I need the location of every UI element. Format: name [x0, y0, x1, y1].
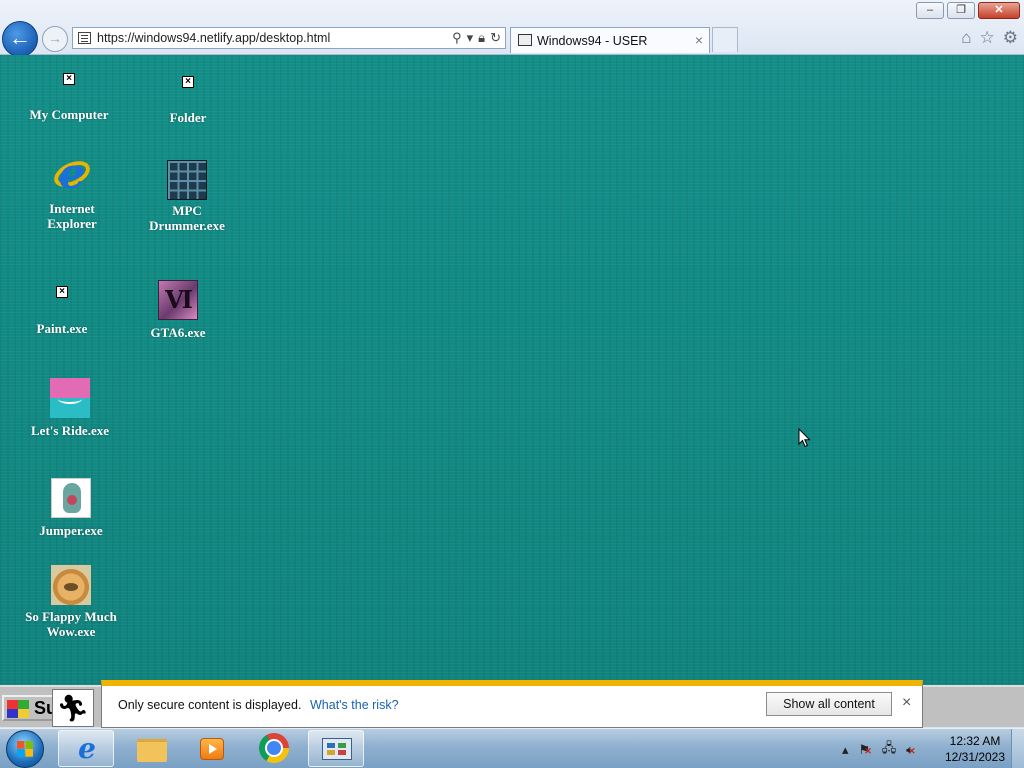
clock-time: 12:32 AM	[949, 734, 1001, 748]
tab-windows94[interactable]: Windows94 - USER ×	[510, 27, 710, 53]
tab-favicon	[518, 34, 532, 46]
desktop-icon-label: Internet Explorer	[47, 201, 97, 231]
desktop-icon-folder[interactable]: × Folder	[133, 76, 243, 125]
desktop-icon-internet-explorer[interactable]: e Internet Explorer	[17, 149, 127, 231]
address-tools: ⚲ ▾ 🔒︎ ↻	[452, 30, 501, 46]
jumper-character-icon	[51, 478, 91, 518]
show-all-content-button[interactable]: Show all content	[766, 692, 892, 716]
folder-icon	[137, 739, 167, 762]
taskbar-clock[interactable]: 12:32 AM 12/31/2023	[940, 733, 1010, 765]
mouse-cursor-icon	[798, 428, 811, 448]
start-button[interactable]	[6, 730, 44, 768]
windows-logo-icon	[17, 741, 33, 757]
browser-tools: ⌂ ☆ ⚙	[961, 28, 1018, 48]
drum-pad-grid-icon	[167, 160, 207, 200]
gta-vi-logo-icon: VI	[158, 280, 198, 320]
taskbar-file-explorer[interactable]	[124, 730, 180, 767]
taskbar-media-player[interactable]	[184, 730, 240, 767]
security-notification-bar: Only secure content is displayed. What's…	[101, 680, 923, 728]
broken-image-icon: ×	[182, 76, 194, 88]
minimize-button[interactable]: ‒	[916, 2, 944, 19]
window-controls: ‒ ❐ ✕	[916, 2, 1020, 19]
search-icon[interactable]: ⚲	[452, 30, 462, 46]
notification-close-icon[interactable]: ×	[902, 694, 911, 712]
internet-explorer-icon: e	[78, 732, 96, 765]
address-bar[interactable]: https://windows94.netlify.app/desktop.ht…	[72, 27, 506, 49]
media-player-icon	[200, 738, 224, 760]
network-icon[interactable]: 🖧︎	[882, 739, 897, 761]
chrome-icon	[259, 733, 289, 763]
desktop-icon-jumper[interactable]: Jumper.exe	[16, 478, 126, 538]
desktop-icon-so-flappy[interactable]: So Flappy Much Wow.exe	[16, 565, 126, 639]
star-icon[interactable]: ☆	[980, 28, 995, 48]
windows-flag-icon	[7, 700, 29, 718]
action-center-flag-icon[interactable]: ⚑✕	[859, 742, 872, 758]
home-icon[interactable]: ⌂	[961, 28, 971, 48]
running-man-icon[interactable]: 🏃︎	[52, 689, 94, 727]
desktop-icon-gta6[interactable]: VI GTA6.exe	[123, 280, 233, 340]
taskbar-internet-explorer[interactable]: e	[58, 730, 114, 767]
doge-icon	[51, 565, 91, 605]
lets-ride-icon	[50, 378, 90, 418]
win94-start-button[interactable]: Su	[2, 695, 56, 721]
show-desktop-button[interactable]	[1011, 729, 1024, 768]
desktop-icon-label: Paint.exe	[36, 321, 88, 336]
desktop-icon-label: Folder	[169, 110, 207, 125]
windows-taskbar: e ▴ ⚑✕ 🖧︎ 🔈︎✕ 12:32 AM 12/31/2023	[0, 728, 1024, 768]
dropdown-icon[interactable]: ▾	[467, 30, 474, 46]
tab-close-icon[interactable]: ×	[695, 32, 703, 48]
whats-the-risk-link[interactable]: What's the risk?	[310, 698, 399, 712]
lock-icon[interactable]: 🔒︎	[478, 30, 485, 46]
clock-date: 12/31/2023	[944, 750, 1006, 764]
win94-desktop: × My Computer × Folder e Internet Explor…	[0, 55, 1024, 685]
desktop-icon-label: Let's Ride.exe	[31, 423, 109, 438]
control-panel-icon	[322, 738, 352, 760]
desktop-icon-my-computer[interactable]: × My Computer	[14, 73, 124, 122]
desktop-icon-label: MPC Drummer.exe	[149, 203, 225, 233]
page-icon	[78, 32, 91, 44]
tab-title: Windows94 - USER	[537, 34, 648, 48]
desktop-icon-label: GTA6.exe	[150, 325, 206, 340]
internet-explorer-icon: e	[50, 149, 94, 198]
show-hidden-icons-arrow[interactable]: ▴	[842, 742, 849, 758]
taskbar-chrome[interactable]	[246, 730, 302, 767]
restore-button[interactable]: ❐	[947, 2, 975, 19]
system-tray: ▴ ⚑✕ 🖧︎ 🔈︎✕	[842, 739, 916, 761]
url-text[interactable]: https://windows94.netlify.app/desktop.ht…	[97, 31, 330, 45]
desktop-icon-label: My Computer	[29, 107, 109, 122]
desktop-icon-paint[interactable]: × Paint.exe	[7, 286, 117, 336]
gear-icon[interactable]: ⚙	[1003, 28, 1018, 48]
taskbar-control-panel[interactable]	[308, 730, 364, 767]
new-tab-button[interactable]	[712, 27, 738, 52]
browser-chrome: ← → https://windows94.netlify.app/deskto…	[0, 0, 1024, 57]
close-button[interactable]: ✕	[978, 2, 1020, 19]
refresh-icon[interactable]: ↻	[490, 30, 501, 46]
broken-image-icon: ×	[63, 73, 75, 85]
desktop-icon-lets-ride[interactable]: Let's Ride.exe	[15, 378, 125, 438]
broken-image-icon: ×	[56, 286, 68, 298]
desktop-icon-label: So Flappy Much Wow.exe	[25, 609, 117, 639]
forward-button[interactable]: →	[42, 26, 68, 52]
desktop-icon-mpc-drummer[interactable]: MPC Drummer.exe	[132, 160, 242, 233]
back-button[interactable]: ←	[2, 21, 38, 57]
notification-message: Only secure content is displayed.	[118, 698, 302, 712]
volume-muted-icon[interactable]: 🔈︎✕	[906, 742, 915, 758]
desktop-icon-label: Jumper.exe	[39, 523, 103, 538]
